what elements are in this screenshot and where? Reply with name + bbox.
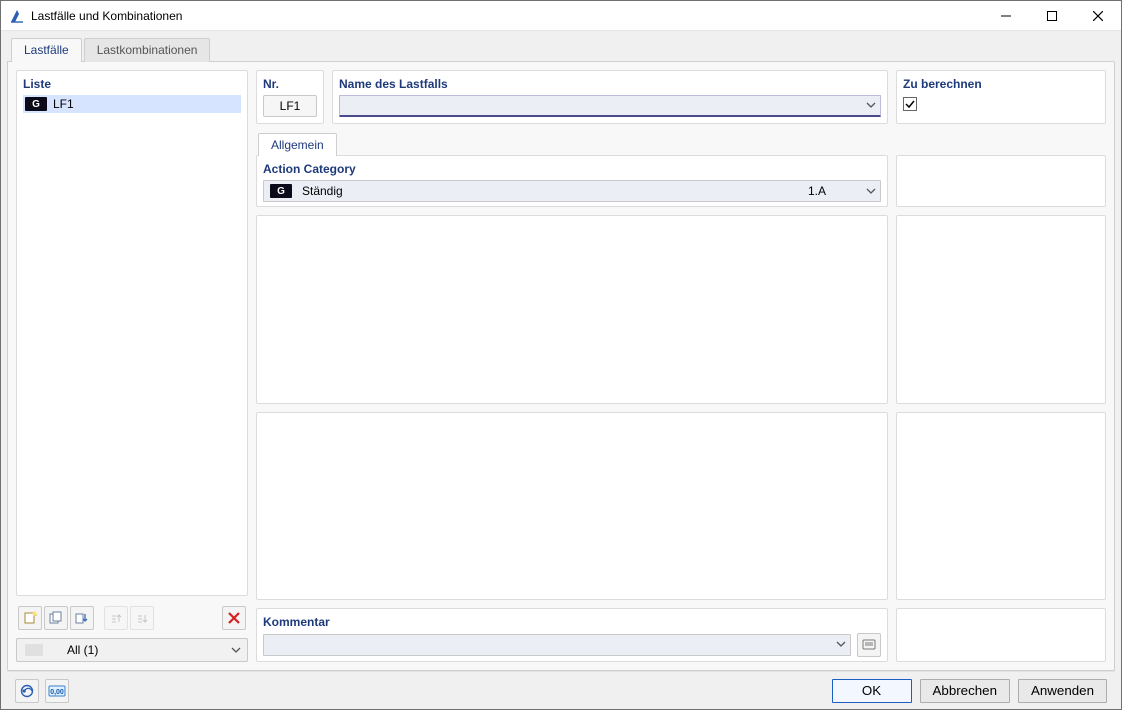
top-row: Nr. LF1 Name des Lastfalls Zu berechnen (256, 70, 1106, 124)
new-button[interactable] (18, 606, 42, 630)
delete-button[interactable] (222, 606, 246, 630)
action-category-code: 1.A (808, 184, 866, 198)
sort-icon (75, 611, 89, 625)
category-badge: G (25, 97, 47, 111)
detail-main: Action Category G Ständig 1.A (256, 155, 888, 662)
side-panel-4 (896, 608, 1106, 662)
nr-value: LF1 (263, 95, 317, 117)
comment-library-button[interactable] (857, 633, 881, 657)
copy-icon (49, 611, 63, 625)
list-item-label: LF1 (51, 97, 241, 111)
chevron-down-icon (862, 99, 880, 113)
detail-content: Action Category G Ständig 1.A (256, 155, 1106, 662)
comment-row (263, 633, 881, 657)
tab-panel: Liste G LF1 (7, 61, 1115, 671)
side-panel-1 (896, 155, 1106, 207)
copy-button[interactable] (44, 606, 68, 630)
details-area: Allgemein Action Category G Ständig 1.A (256, 132, 1106, 662)
footer-buttons: OK Abbrechen Anwenden (832, 679, 1107, 703)
check-icon (905, 99, 915, 109)
nr-panel: Nr. LF1 (256, 70, 324, 124)
nr-label: Nr. (263, 77, 317, 91)
filter-swatch (25, 644, 43, 656)
help-icon (20, 684, 34, 698)
help-button[interactable] (15, 679, 39, 703)
blank-panel-2 (256, 412, 888, 601)
action-category-select[interactable]: G Ständig 1.A (263, 180, 881, 202)
tab-allgemein[interactable]: Allgemein (258, 133, 337, 156)
detail-tabstrip: Allgemein (258, 132, 1106, 155)
new-icon (23, 611, 37, 625)
chevron-down-icon (866, 186, 876, 196)
comment-panel: Kommentar (256, 608, 888, 662)
name-label: Name des Lastfalls (339, 77, 881, 91)
app-icon (9, 8, 25, 24)
delete-icon (227, 611, 241, 625)
right-column: Nr. LF1 Name des Lastfalls Zu berechnen (256, 70, 1106, 662)
calc-label: Zu berechnen (903, 77, 1099, 91)
name-panel: Name des Lastfalls (332, 70, 888, 124)
tab-lastfaelle[interactable]: Lastfälle (11, 38, 82, 62)
comment-label: Kommentar (263, 615, 881, 629)
dialog-footer: 0,00 OK Abbrechen Anwenden (7, 671, 1115, 709)
calc-checkbox[interactable] (903, 97, 917, 111)
filter-value: All (1) (53, 643, 231, 657)
side-panel-2 (896, 215, 1106, 404)
category-badge: G (270, 184, 292, 198)
main-tabstrip: Lastfälle Lastkombinationen (11, 37, 1115, 61)
side-panel-3 (896, 412, 1106, 601)
loadcase-list[interactable]: G LF1 (23, 95, 241, 589)
action-category-label: Action Category (263, 162, 881, 176)
units-icon: 0,00 (48, 684, 66, 698)
ok-button[interactable]: OK (832, 679, 912, 703)
maximize-button[interactable] (1029, 1, 1075, 31)
name-input[interactable] (339, 95, 881, 117)
window-title: Lastfälle und Kombinationen (31, 9, 983, 23)
app-window: Lastfälle und Kombinationen Lastfälle La… (0, 0, 1122, 710)
cancel-button[interactable]: Abbrechen (920, 679, 1010, 703)
tab-lastkombinationen[interactable]: Lastkombinationen (84, 38, 211, 62)
minimize-button[interactable] (983, 1, 1029, 31)
titlebar: Lastfälle und Kombinationen (1, 1, 1121, 31)
sort-button[interactable] (70, 606, 94, 630)
renumber-asc-icon (109, 611, 123, 625)
renumber-desc-button (130, 606, 154, 630)
svg-text:0,00: 0,00 (50, 689, 64, 696)
comment-input[interactable] (263, 634, 851, 656)
chevron-down-icon (832, 638, 850, 652)
list-panel-title: Liste (23, 77, 241, 91)
blank-panel-1 (256, 215, 888, 404)
list-panel: Liste G LF1 (16, 70, 248, 596)
renumber-asc-button (104, 606, 128, 630)
list-toolbar (16, 602, 248, 632)
list-item[interactable]: G LF1 (23, 95, 241, 113)
renumber-desc-icon (135, 611, 149, 625)
detail-side (896, 155, 1106, 662)
chevron-down-icon (231, 645, 241, 655)
left-column: Liste G LF1 (16, 70, 248, 662)
dialog-body: Lastfälle Lastkombinationen Liste G LF1 (1, 31, 1121, 709)
apply-button[interactable]: Anwenden (1018, 679, 1107, 703)
close-button[interactable] (1075, 1, 1121, 31)
action-category-name: Ständig (296, 184, 808, 198)
calc-panel: Zu berechnen (896, 70, 1106, 124)
units-button[interactable]: 0,00 (45, 679, 69, 703)
comment-library-icon (862, 638, 876, 652)
action-category-panel: Action Category G Ständig 1.A (256, 155, 888, 207)
filter-select[interactable]: All (1) (16, 638, 248, 662)
